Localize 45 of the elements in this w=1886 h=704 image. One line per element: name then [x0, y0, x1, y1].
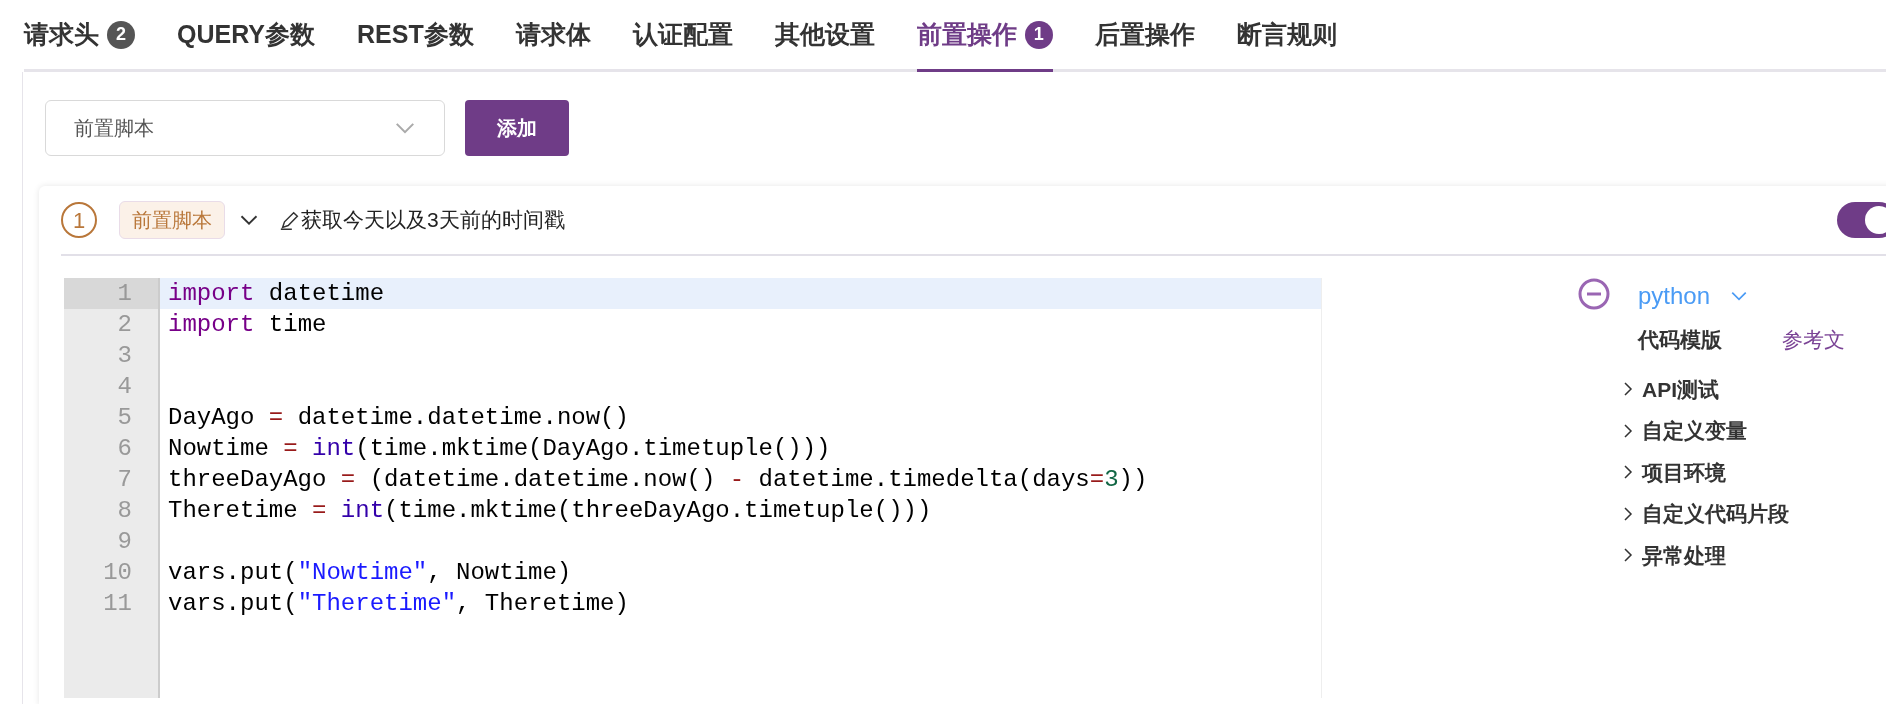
- tab[interactable]: 后置操作: [1094, 0, 1195, 72]
- line-number: 1: [64, 278, 158, 309]
- section-heading: 代码模版: [1638, 327, 1722, 353]
- code-line: vars.put("Nowtime", Nowtime): [167, 558, 573, 588]
- template-group[interactable]: 自定义代码片段: [1620, 498, 1845, 530]
- pencil-icon[interactable]: [279, 209, 301, 231]
- minus-circle-icon[interactable]: [1578, 278, 1610, 310]
- type-select[interactable]: 前置脚本: [45, 100, 445, 156]
- line-number: 11: [102, 589, 133, 619]
- line-number: 5: [116, 403, 133, 433]
- tab[interactable]: 其他设置: [774, 0, 875, 72]
- code-line: import time: [167, 310, 328, 340]
- tab[interactable]: REST参数: [357, 0, 474, 72]
- line-number: 7: [116, 465, 133, 495]
- template-group[interactable]: 项目环境: [1620, 456, 1845, 488]
- code-line: Theretime = int(time.mktime(threeDayAgo.timetuple())): [167, 496, 933, 526]
- line-number: 4: [116, 372, 133, 402]
- add-button[interactable]: 添加: [465, 100, 569, 156]
- step-number: 1: [61, 202, 97, 238]
- line-number: 2: [116, 310, 133, 340]
- code-line: vars.put("Theretime", Theretime): [167, 589, 630, 619]
- line-number: 8: [116, 496, 133, 526]
- template-group[interactable]: 异常处理: [1620, 539, 1845, 571]
- count-badge: 1: [1024, 20, 1053, 49]
- line-number: 3: [116, 341, 133, 371]
- template-group[interactable]: 自定义变量: [1620, 415, 1845, 447]
- line-number: 9: [116, 527, 133, 557]
- code-line: Nowtime = int(time.mktime(DayAgo.timetuple())): [167, 434, 832, 464]
- tab[interactable]: QUERY参数: [177, 0, 315, 72]
- tab[interactable]: 前置操作 1: [916, 0, 1053, 72]
- tab[interactable]: 断言规则: [1236, 0, 1337, 72]
- toggle-switch[interactable]: [1837, 202, 1886, 238]
- template-group[interactable]: API测试: [1620, 373, 1845, 405]
- code-editor[interactable]: [64, 278, 1322, 698]
- tab[interactable]: 请求头 2: [24, 0, 135, 72]
- count-badge: 2: [107, 20, 135, 49]
- code-line: threeDayAgo = (datetime.datetime.now() - datetime.timedelta(days=3)): [167, 465, 1149, 495]
- line-number: 10: [102, 558, 133, 588]
- tab[interactable]: 请求体: [515, 0, 591, 72]
- tab[interactable]: 认证配置: [632, 0, 733, 72]
- line-number: 6: [116, 434, 133, 464]
- docs-link[interactable]: 参考文: [1782, 324, 1845, 356]
- step-title: 获取今天以及3天前的时间戳: [301, 207, 565, 234]
- code-line: DayAgo = datetime.datetime.now(): [167, 403, 630, 433]
- script-tag: 前置脚本: [119, 201, 225, 239]
